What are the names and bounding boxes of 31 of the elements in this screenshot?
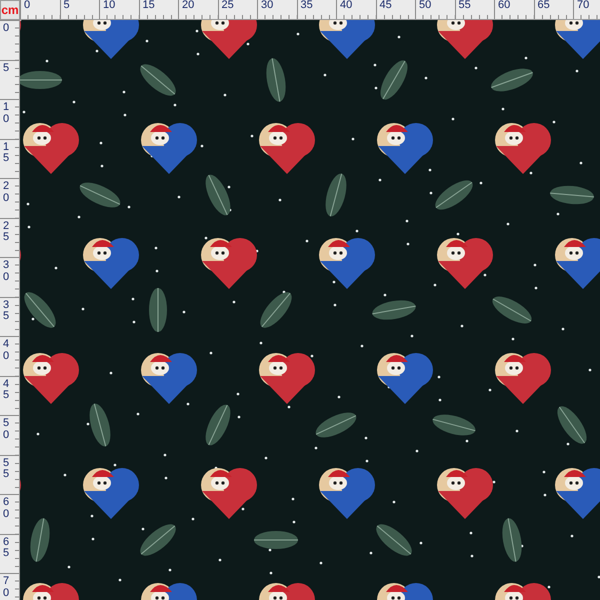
ruler-label: 60 (3, 497, 10, 520)
ruler-label: 55 (3, 458, 10, 481)
ruler-label: 50 (3, 418, 10, 442)
ruler-label: 15 (142, 0, 155, 11)
ruler-label: 55 (458, 0, 471, 11)
ruler-label: 35 (3, 300, 10, 323)
ruler-label: 45 (380, 0, 392, 11)
ruler-label: 10 (103, 0, 116, 11)
ruler-label: 0 (24, 0, 30, 11)
ruler-label: 20 (182, 0, 194, 11)
ruler-label: 35 (300, 0, 313, 11)
ruler-label: 65 (3, 536, 10, 560)
ruler-label: 25 (222, 0, 234, 11)
unit-label: cm (1, 3, 19, 17)
ruler-label: 40 (3, 339, 10, 362)
ruler-label: 45 (3, 378, 10, 402)
ruler-label: 0 (3, 23, 10, 35)
ruler-label: 5 (3, 62, 10, 74)
ruler-label: 25 (3, 220, 10, 244)
ruler-label: 5 (64, 0, 70, 11)
ruler-label: 60 (498, 0, 510, 11)
ruler-label: 70 (577, 0, 590, 11)
ruler-label: 30 (3, 260, 10, 284)
ruler-label: 40 (340, 0, 352, 11)
ruler-label: 20 (3, 181, 10, 204)
ruler-label: 70 (3, 576, 10, 600)
ruler-label: 15 (3, 142, 10, 165)
ruler-label: 30 (261, 0, 274, 11)
ruler-label: 65 (538, 0, 550, 11)
ruler-label: 50 (419, 0, 432, 11)
ruler-label: 10 (3, 102, 10, 126)
